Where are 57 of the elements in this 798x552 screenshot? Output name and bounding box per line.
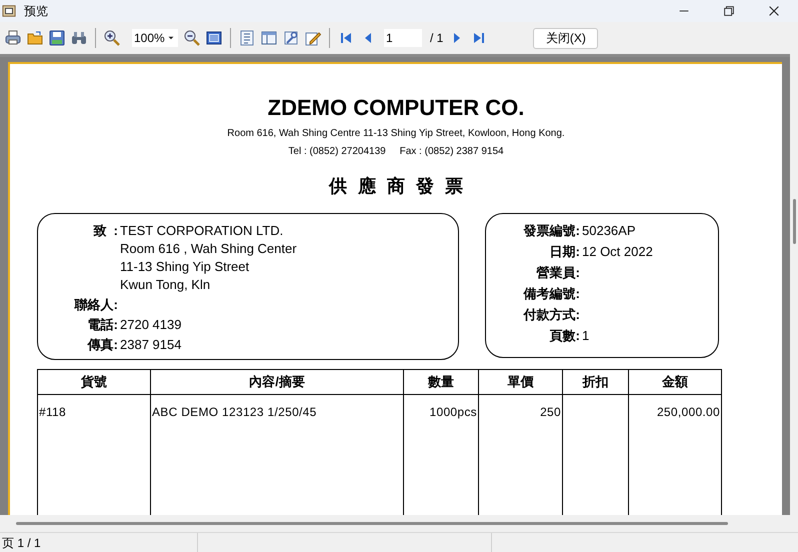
table-cell-text: 1000pcs xyxy=(430,404,477,419)
field-label: 營業員: xyxy=(536,264,580,282)
field-label: 發票編號: xyxy=(522,222,580,240)
column-header: 單價 xyxy=(479,370,563,395)
field-label: 日期: xyxy=(548,243,580,261)
column-header: 內容/摘要 xyxy=(151,370,404,395)
maximize-icon[interactable] xyxy=(722,4,736,18)
page-status: 页 1 / 1 xyxy=(2,534,41,552)
column-header: 金額 xyxy=(629,370,722,395)
column-header: 折扣 xyxy=(563,370,629,395)
recipient-line: Room 616 , Wah Shing Center xyxy=(120,240,297,258)
pencil-icon[interactable] xyxy=(305,30,321,46)
wrench-icon[interactable] xyxy=(283,30,299,46)
zoom-in-icon[interactable] xyxy=(104,30,120,46)
table-cell-text: 250,000.00 xyxy=(656,404,720,419)
field-label: 頁數: xyxy=(548,327,580,345)
print-icon[interactable] xyxy=(5,30,21,46)
vertical-scrollbar[interactable] xyxy=(792,199,796,244)
field-label: 聯絡人: xyxy=(73,296,118,314)
column-header: 數量 xyxy=(404,370,479,395)
field-label: 付款方式: xyxy=(522,306,580,324)
company-name: ZDEMO COMPUTER CO. xyxy=(268,94,524,122)
binoculars-icon[interactable] xyxy=(71,30,87,46)
app-icon xyxy=(2,4,16,18)
columns-icon[interactable] xyxy=(261,30,277,46)
recipient-line: TEST CORPORATION LTD. xyxy=(120,222,284,240)
first-page-icon[interactable] xyxy=(338,30,354,46)
field-label: 傳真: xyxy=(86,336,118,354)
field-label: 電話: xyxy=(86,316,118,334)
zoom-out-icon[interactable] xyxy=(184,30,200,46)
field-value: 12 Oct 2022 xyxy=(581,243,653,261)
close-icon[interactable] xyxy=(767,4,781,18)
table-cell-text: 250 xyxy=(540,404,561,419)
field-value: 1 xyxy=(581,327,590,345)
folder-icon[interactable] xyxy=(27,30,43,46)
window-title: 预览 xyxy=(24,3,48,20)
document-icon[interactable] xyxy=(239,30,255,46)
company-contact: Tel : (0852) 27204139 Fax : (0852) 2387 9154 xyxy=(288,146,504,158)
horizontal-scrollbar[interactable] xyxy=(16,522,728,525)
table-cell-text: #118 xyxy=(39,404,66,419)
field-value: 2387 9154 xyxy=(119,336,182,354)
close-button[interactable]: 关闭(X) xyxy=(533,28,598,48)
column-header: 貨號 xyxy=(38,370,151,395)
table-cell-text: ABC DEMO 123123 1/250/45 xyxy=(152,404,317,419)
recipient-line: 11-13 Shing Yip Street xyxy=(120,258,250,276)
page-number-field[interactable]: 1 xyxy=(384,29,422,47)
field-value: 2720 4139 xyxy=(119,316,182,334)
save-icon[interactable] xyxy=(49,30,65,46)
field-label: 致 : xyxy=(92,222,118,240)
field-label: 備考編號: xyxy=(522,285,580,303)
page-total: / 1 xyxy=(430,30,444,47)
page-view-icon[interactable] xyxy=(206,30,222,46)
document-title: 供應商發票 xyxy=(328,175,474,198)
company-address: Room 616, Wah Shing Centre 11-13 Shing Yip Street, Kowloon, Hong Kong. xyxy=(227,128,565,140)
recipient-line: Kwun Tong, Kln xyxy=(120,276,212,294)
zoom-dropdown[interactable]: 100% xyxy=(132,29,178,47)
field-value: 50236AP xyxy=(581,222,636,240)
